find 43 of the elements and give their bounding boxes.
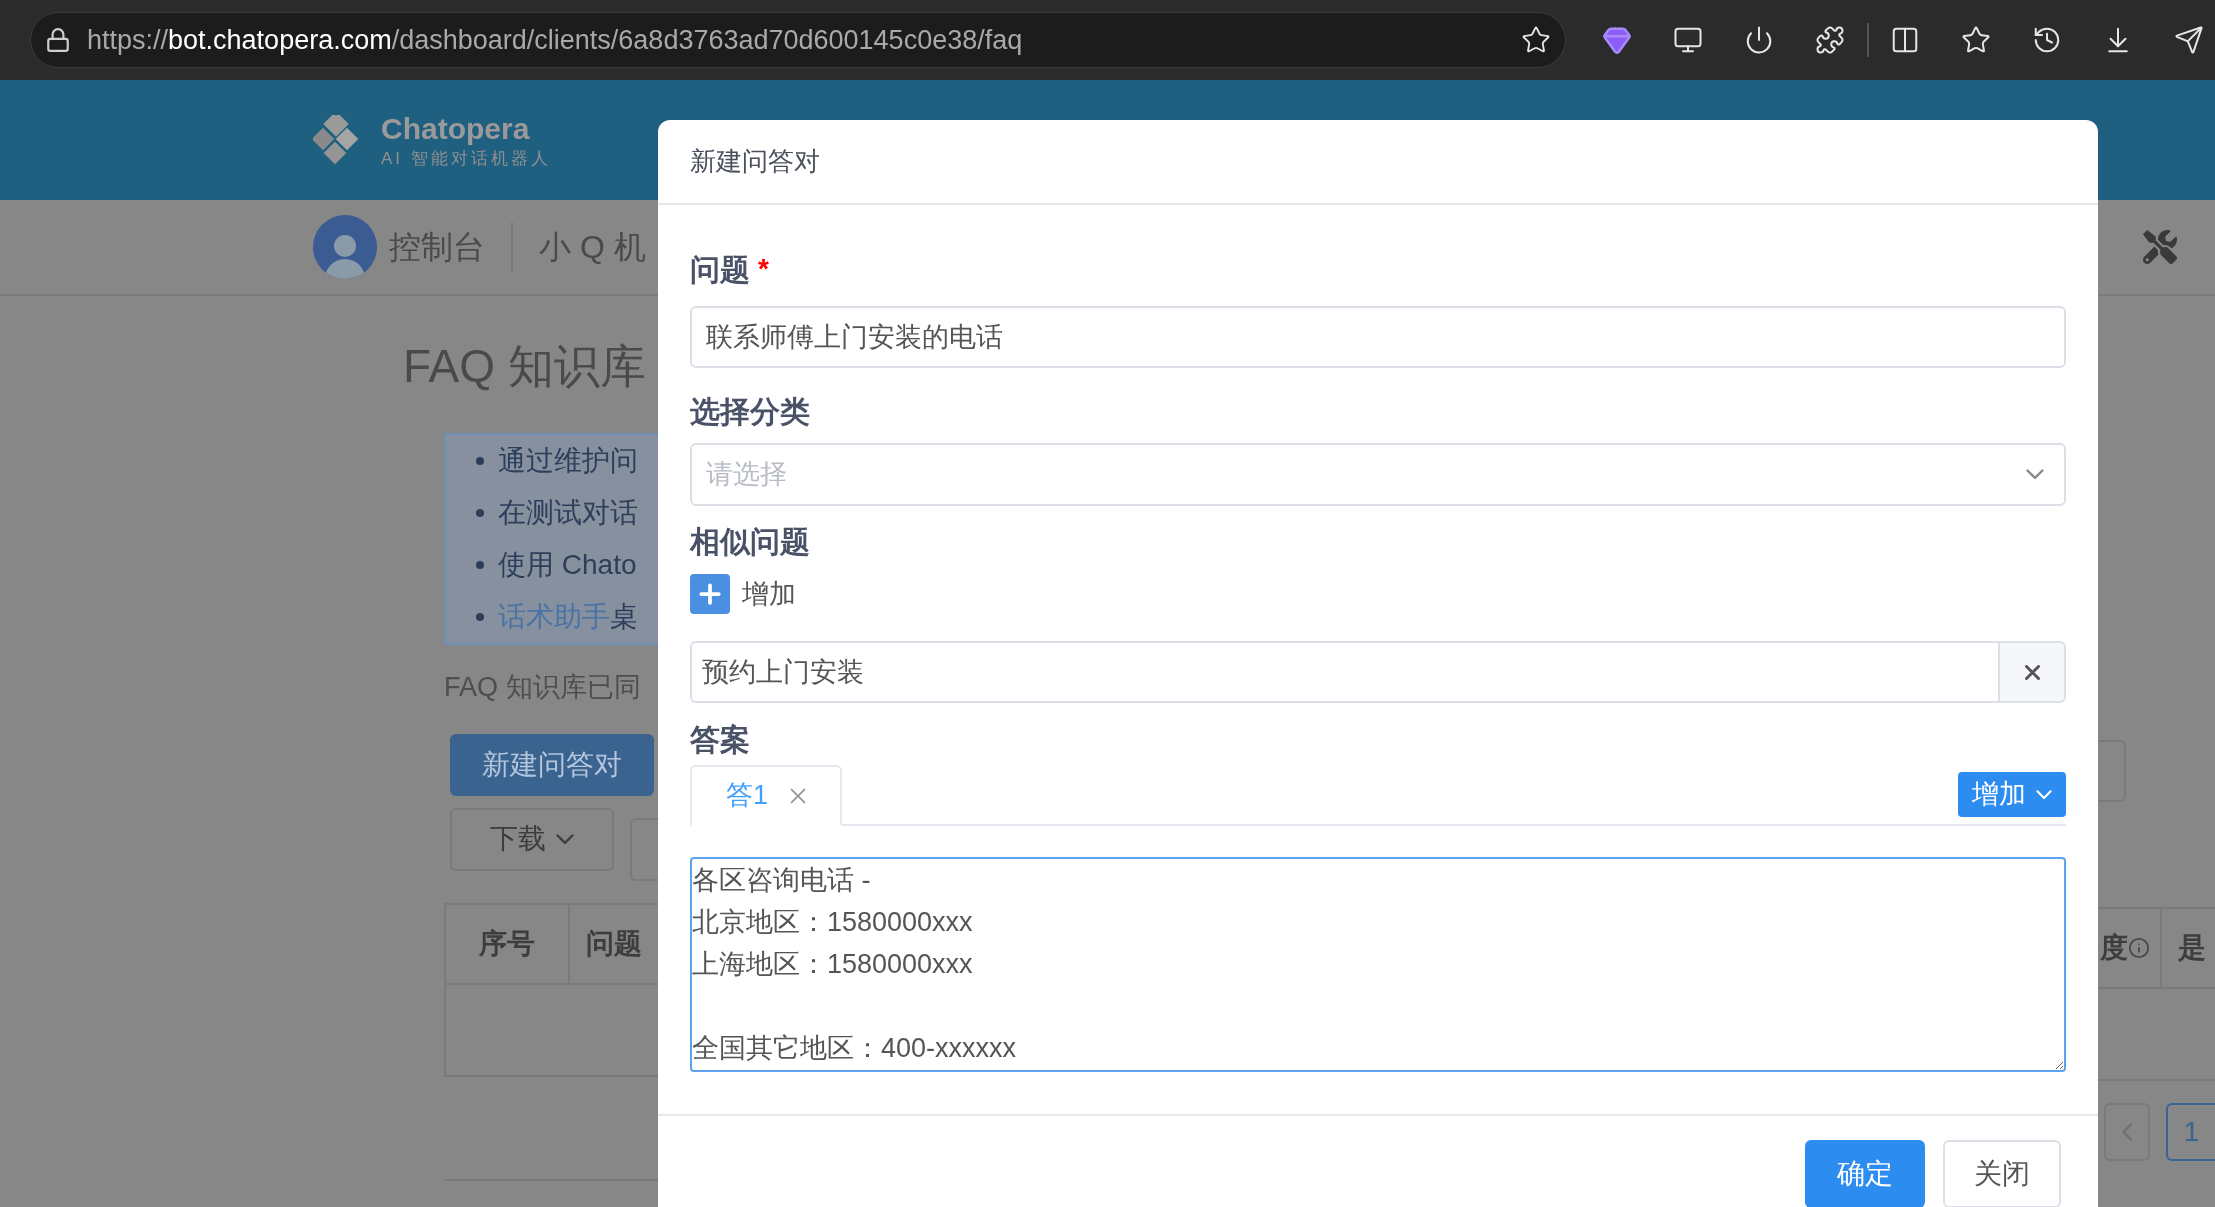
category-select[interactable]: 请选择 bbox=[690, 443, 2066, 506]
close-icon[interactable] bbox=[2024, 664, 2040, 680]
answer-tab[interactable]: 答1 bbox=[690, 765, 843, 826]
chevron-down-icon bbox=[2026, 469, 2044, 480]
sync-note: FAQ 知识库已同 bbox=[444, 671, 642, 704]
add-similar-button[interactable]: 增加 bbox=[690, 574, 796, 614]
field-label: 问题 bbox=[690, 251, 750, 288]
chevron-down-icon bbox=[2036, 789, 2052, 800]
field-label: 相似问题 bbox=[690, 523, 811, 560]
column-header: 度 bbox=[2100, 931, 2128, 965]
page-title: FAQ 知识库 bbox=[403, 339, 647, 394]
field-label: 选择分类 bbox=[690, 393, 811, 430]
question-field[interactable]: 联系师傅上门安装的电话 bbox=[690, 306, 2066, 368]
required-mark: * bbox=[758, 252, 769, 286]
info-icon bbox=[2128, 937, 2150, 959]
tip-text: 在测试对话 bbox=[498, 496, 638, 530]
answer-field[interactable]: 各区咨询电话 - 北京地区：1580000xxx 上海地区：1580000xxx 全国其它地区：400-xxxxxx bbox=[690, 857, 2066, 1072]
add-answer-button[interactable]: 增加 bbox=[1958, 772, 2066, 817]
tip-text: 通过维护问 bbox=[498, 444, 638, 478]
column-header: 是 bbox=[2178, 931, 2206, 965]
tip-text: 使用 Chato bbox=[498, 548, 637, 582]
create-button[interactable]: 新建问答对 bbox=[450, 733, 654, 796]
tools-icon[interactable] bbox=[2143, 230, 2177, 264]
tip-text: 桌 bbox=[610, 600, 638, 634]
similar-question-field[interactable]: 预约上门安装 bbox=[690, 641, 1998, 703]
url-text: https://bot.chatopera.com/dashboard/clients/6a8d3763ad70d600145c0e38/faq bbox=[87, 23, 1024, 57]
column-header: 问题 bbox=[585, 926, 643, 961]
url-field[interactable]: https://bot.chatopera.com/dashboard/clients/6a8d3763ad70d600145c0e38/faq bbox=[30, 12, 1566, 68]
chevron-down-icon bbox=[555, 833, 574, 845]
confirm-button[interactable]: 确定 bbox=[1805, 1140, 1925, 1207]
download-button[interactable]: 下载 bbox=[450, 807, 614, 871]
close-button[interactable]: 关闭 bbox=[1943, 1140, 2061, 1207]
nav-item[interactable]: 控制台 bbox=[389, 223, 485, 271]
lock-icon bbox=[45, 27, 71, 53]
dialog-title: 新建问答对 bbox=[690, 145, 820, 178]
brand-name: Chatopera bbox=[381, 113, 531, 144]
field-label: 答案 bbox=[690, 721, 751, 758]
logo-icon bbox=[313, 115, 361, 165]
nav-item[interactable]: 小 Q 机 bbox=[539, 223, 646, 271]
star-icon[interactable] bbox=[1520, 25, 1551, 55]
brand-tagline: AI 智能对话机器人 bbox=[381, 149, 551, 167]
page-button[interactable]: 1 bbox=[2165, 1103, 2215, 1161]
column-header: 序号 bbox=[446, 904, 570, 983]
